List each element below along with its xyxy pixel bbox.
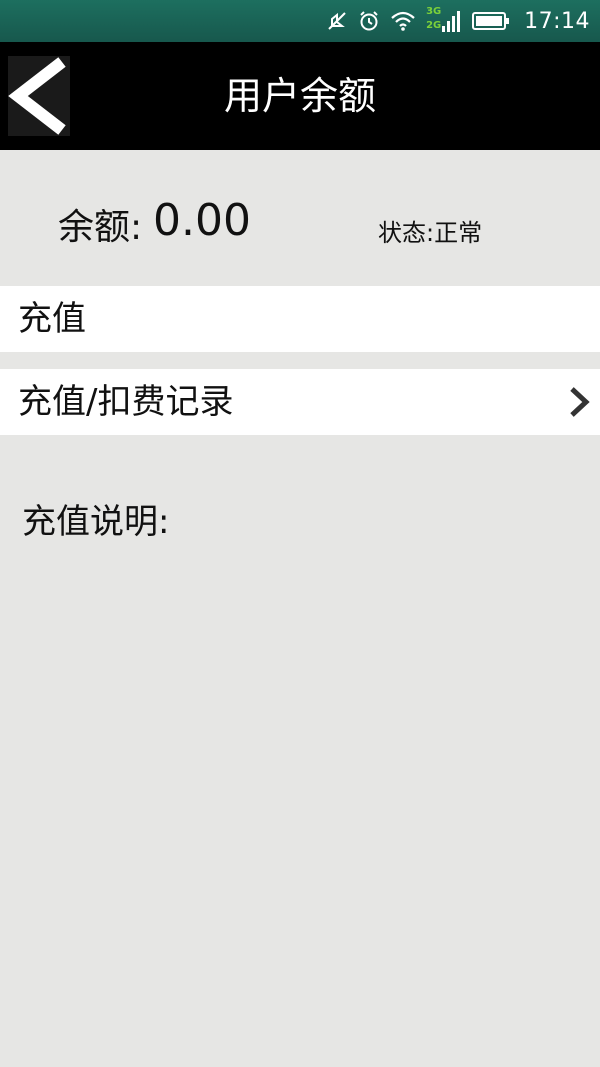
network-2g-badge: 2G [426, 20, 442, 31]
signal-icon [442, 11, 461, 32]
recharge-label: 充值 [18, 299, 86, 339]
network-signal: 3G 2G [426, 6, 462, 36]
app-bar: 用户余额 [0, 42, 600, 150]
balance-label: 余额: [58, 207, 143, 248]
network-3g-badge: 3G [426, 6, 442, 17]
status-bar: 3G 2G 17:14 [0, 0, 600, 42]
balance-section: 余额: 0.00 状态:正常 [0, 150, 600, 286]
records-row[interactable]: 充值/扣费记录 [0, 369, 600, 435]
page-title: 用户余额 [223, 74, 376, 118]
mute-icon [328, 12, 346, 30]
chevron-right-icon [570, 387, 590, 417]
account-status: 状态:正常 [378, 219, 483, 247]
back-chevron-icon [8, 57, 66, 135]
back-button[interactable] [8, 56, 70, 136]
recharge-row[interactable]: 充值 [0, 286, 600, 352]
recharge-explain-label: 充值说明: [22, 502, 170, 542]
alarm-icon [360, 11, 378, 31]
battery-icon [472, 12, 510, 30]
status-time: 17:14 [524, 8, 590, 34]
balance-value: 0.00 [153, 195, 251, 246]
status-icons: 3G 2G 17:14 [326, 0, 590, 42]
wifi-icon [391, 11, 415, 31]
records-label: 充值/扣费记录 [18, 382, 234, 422]
